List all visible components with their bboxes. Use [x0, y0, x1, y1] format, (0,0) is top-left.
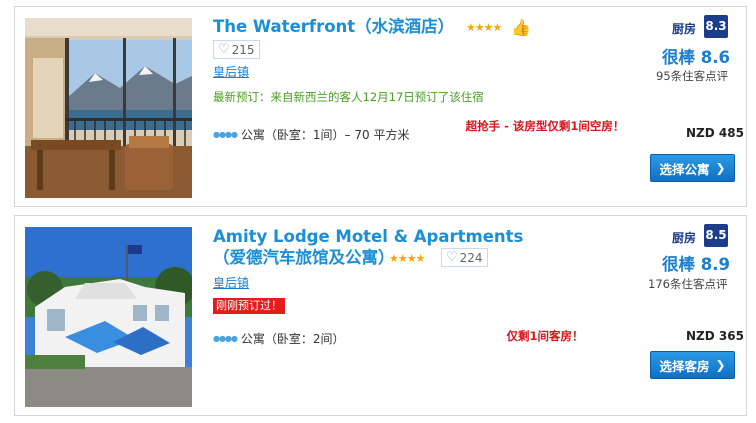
recent-booking-note: 最新预订：来自新西兰的客人12月17日预订了该住宿 — [213, 90, 484, 104]
hotel-name-link[interactable]: Amity Lodge Motel & Apartments（爱德汽车旅馆及公寓… — [213, 226, 553, 268]
area-link[interactable]: 皇后镇 — [213, 63, 249, 80]
rating-score-badge: 8.5 — [704, 224, 728, 247]
favorite-button[interactable]: ♡ 215 — [213, 40, 260, 59]
favorite-count: 224 — [459, 250, 483, 265]
hotel-name-link[interactable]: The Waterfront（水滨酒店） ★★★★ 👍 — [213, 16, 531, 38]
heart-icon: ♡ — [218, 42, 230, 57]
rating-category: 厨房 — [672, 22, 697, 36]
hotel-listing-card: Amity Lodge Motel & Apartments（爱德汽车旅馆及公寓… — [14, 215, 747, 416]
heart-icon: ♡ — [446, 250, 458, 265]
hotel-photo[interactable] — [25, 227, 192, 407]
room-description: 公寓（卧室：1间）– 70 平方米 — [240, 128, 410, 142]
price: NZD 365 — [686, 329, 744, 343]
occupancy-icon: ●●●● — [213, 130, 238, 139]
review-verdict: 很棒 8.6 — [662, 48, 730, 67]
price: NZD 485 — [686, 126, 744, 140]
urgency-message: 仅剩1间客房！ — [506, 329, 584, 343]
star-rating-icon: ★★★★ — [389, 252, 425, 265]
hotel-name[interactable]: The Waterfront（水滨酒店） — [213, 17, 454, 36]
select-room-button[interactable]: 选择客房 ❯ — [650, 351, 735, 379]
star-rating-icon: ★★★★ — [465, 21, 502, 34]
room-info: ●●●● 公寓（卧室：2间） — [213, 330, 345, 347]
select-apartment-button[interactable]: 选择公寓 ❯ — [650, 154, 735, 182]
review-verdict: 很棒 8.9 — [662, 255, 730, 274]
hotel-room-image — [25, 18, 192, 198]
hotel-photo[interactable] — [25, 18, 192, 198]
rating-score-badge: 8.3 — [704, 15, 728, 38]
button-label: 选择客房 — [659, 358, 710, 374]
button-label: 选择公寓 — [659, 161, 710, 177]
chevron-right-icon: ❯ — [715, 358, 726, 372]
hotel-listing-card: The Waterfront（水滨酒店） ★★★★ 👍 ♡ 215 皇后镇 最新… — [14, 6, 747, 207]
favorite-button[interactable]: ♡ 224 — [441, 248, 488, 267]
urgency-message: 超抢手 - 该房型仅剩1间空房！ — [465, 119, 625, 133]
room-description: 公寓（卧室：2间） — [240, 332, 345, 346]
chevron-right-icon: ❯ — [715, 161, 726, 175]
occupancy-icon: ●●●● — [213, 334, 238, 343]
review-count-link[interactable]: 176条住客点评 — [648, 276, 727, 292]
review-count-link[interactable]: 95条住客点评 — [656, 68, 728, 84]
hotel-building-image — [25, 227, 192, 407]
thumbs-up-icon: 👍 — [511, 18, 532, 37]
just-booked-badge: 刚刚预订过！ — [213, 298, 285, 314]
room-info: ●●●● 公寓（卧室：1间）– 70 平方米 — [213, 126, 409, 143]
area-link[interactable]: 皇后镇 — [213, 274, 249, 291]
favorite-count: 215 — [231, 42, 255, 57]
rating-category: 厨房 — [672, 231, 697, 245]
